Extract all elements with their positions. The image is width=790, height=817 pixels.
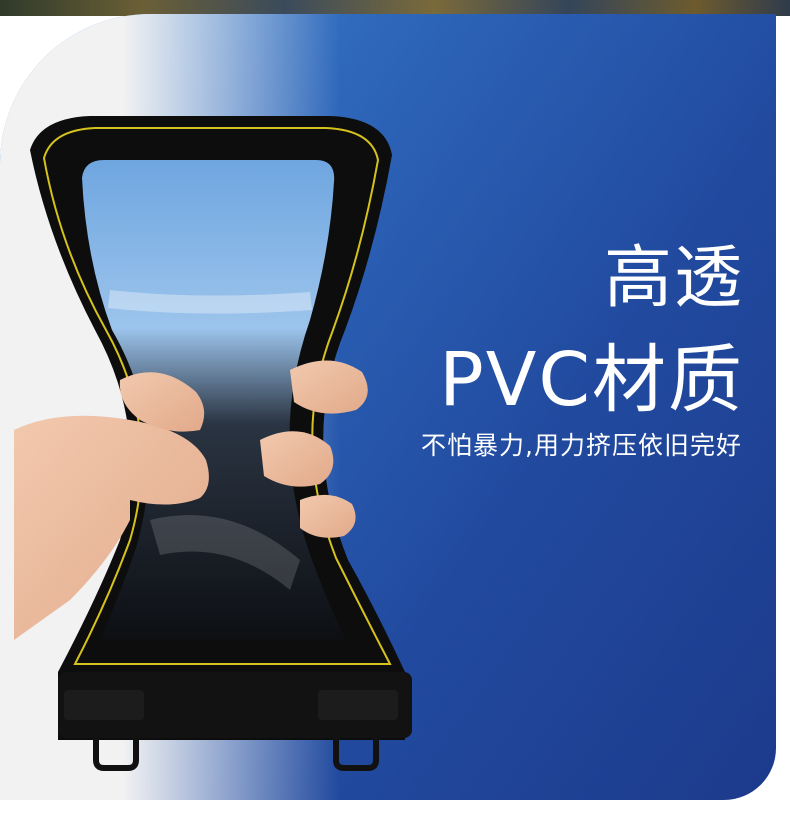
subheadline: 不怕暴力,用力挤压依旧完好 [421,431,742,460]
product-banner: 高透 PVC材质 不怕暴力,用力挤压依旧完好 [0,0,790,817]
headline-line-1: 高透 [603,239,744,318]
headline-line-2: PVC材质 [439,337,744,423]
